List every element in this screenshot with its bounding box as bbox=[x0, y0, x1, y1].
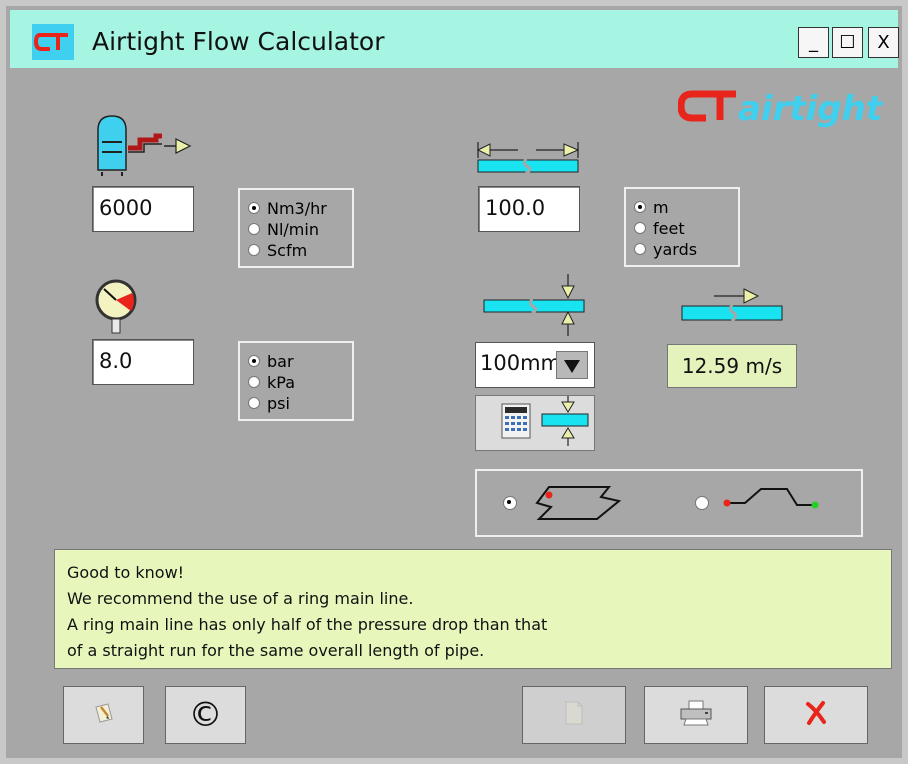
straight-run-icon bbox=[721, 487, 821, 521]
app-logo-icon bbox=[32, 24, 74, 60]
airtight-logo: airtight bbox=[677, 86, 890, 136]
radio-unselected[interactable] bbox=[248, 244, 260, 256]
pressure-unit-label: psi bbox=[267, 393, 290, 413]
flow-unit-label: Nm3/hr bbox=[267, 198, 327, 218]
length-unit-option[interactable]: m bbox=[634, 197, 669, 217]
exit-button[interactable] bbox=[764, 686, 868, 744]
red-x-icon bbox=[804, 700, 828, 730]
info-line: We recommend the use of a ring main line… bbox=[67, 589, 414, 608]
chevron-down-icon[interactable] bbox=[556, 351, 588, 379]
radio-unselected[interactable] bbox=[248, 223, 260, 235]
radio-selected[interactable] bbox=[248, 355, 260, 367]
radio-unselected[interactable] bbox=[634, 243, 646, 255]
minimize-button[interactable]: _ bbox=[798, 27, 829, 58]
title-bar: Airtight Flow Calculator _ ☐ X bbox=[10, 10, 899, 68]
calculate-diameter-button[interactable] bbox=[475, 395, 595, 451]
flow-unit-option[interactable]: Nl/min bbox=[248, 219, 319, 239]
radio-unselected[interactable] bbox=[634, 222, 646, 234]
radio-unselected[interactable] bbox=[248, 397, 260, 409]
maximize-button[interactable]: ☐ bbox=[832, 27, 863, 58]
printer-icon bbox=[679, 699, 713, 731]
ring-main-radio[interactable] bbox=[503, 496, 517, 510]
flow-icon bbox=[92, 114, 202, 182]
length-unit-label: feet bbox=[653, 218, 685, 238]
pressure-unit-group: bar kPa psi bbox=[238, 341, 354, 421]
app-window: Airtight Flow Calculator _ ☐ X airtight … bbox=[0, 0, 908, 764]
pipe-diameter-value: 100mm bbox=[480, 351, 561, 375]
flow-unit-label: Scfm bbox=[267, 240, 308, 260]
flow-velocity-icon bbox=[680, 284, 786, 328]
pipe-diameter-dropdown[interactable]: 100mm bbox=[475, 342, 595, 388]
close-window-button[interactable]: X bbox=[868, 27, 899, 58]
pressure-unit-label: bar bbox=[267, 351, 294, 371]
pressure-unit-option[interactable]: bar bbox=[248, 351, 294, 371]
flow-unit-option[interactable]: Nm3/hr bbox=[248, 198, 327, 218]
document-icon bbox=[563, 700, 585, 730]
copyright-icon: © bbox=[188, 695, 223, 735]
velocity-result: 12.59 m/s bbox=[667, 344, 797, 388]
flow-unit-label: Nl/min bbox=[267, 219, 319, 239]
info-panel: Good to know! We recommend the use of a … bbox=[54, 549, 892, 669]
radio-selected[interactable] bbox=[634, 201, 646, 213]
info-line: A ring main line has only half of the pr… bbox=[67, 615, 548, 634]
pipe-diameter-icon bbox=[482, 274, 588, 340]
length-unit-group: m feet yards bbox=[624, 187, 740, 267]
pressure-unit-option[interactable]: psi bbox=[248, 393, 290, 413]
pressure-unit-option[interactable]: kPa bbox=[248, 372, 295, 392]
length-input[interactable]: 100.0 bbox=[478, 186, 580, 232]
report-button[interactable] bbox=[522, 686, 626, 744]
flow-input[interactable]: 6000 bbox=[92, 186, 194, 232]
copyright-button[interactable]: © bbox=[165, 686, 246, 744]
flow-unit-option[interactable]: Scfm bbox=[248, 240, 307, 260]
notes-button[interactable] bbox=[63, 686, 144, 744]
pipe-layout-group bbox=[475, 469, 863, 537]
pressure-input[interactable]: 8.0 bbox=[92, 339, 194, 385]
note-pencil-icon bbox=[92, 701, 116, 729]
window-title: Airtight Flow Calculator bbox=[92, 27, 385, 56]
info-heading: Good to know! bbox=[67, 563, 185, 582]
length-unit-label: yards bbox=[653, 239, 698, 259]
brand-text: airtight bbox=[738, 89, 884, 129]
straight-run-radio[interactable] bbox=[695, 496, 709, 510]
length-unit-label: m bbox=[653, 197, 669, 217]
length-unit-option[interactable]: feet bbox=[634, 218, 685, 238]
flow-unit-group: Nm3/hr Nl/min Scfm bbox=[238, 188, 354, 268]
length-unit-option[interactable]: yards bbox=[634, 239, 697, 259]
info-line: of a straight run for the same overall l… bbox=[67, 641, 485, 660]
radio-unselected[interactable] bbox=[248, 376, 260, 388]
print-button[interactable] bbox=[644, 686, 748, 744]
pressure-unit-label: kPa bbox=[267, 372, 295, 392]
ring-main-icon bbox=[531, 483, 623, 527]
radio-selected[interactable] bbox=[248, 202, 260, 214]
pressure-gauge-icon bbox=[94, 279, 142, 339]
pipe-length-icon bbox=[476, 140, 582, 180]
